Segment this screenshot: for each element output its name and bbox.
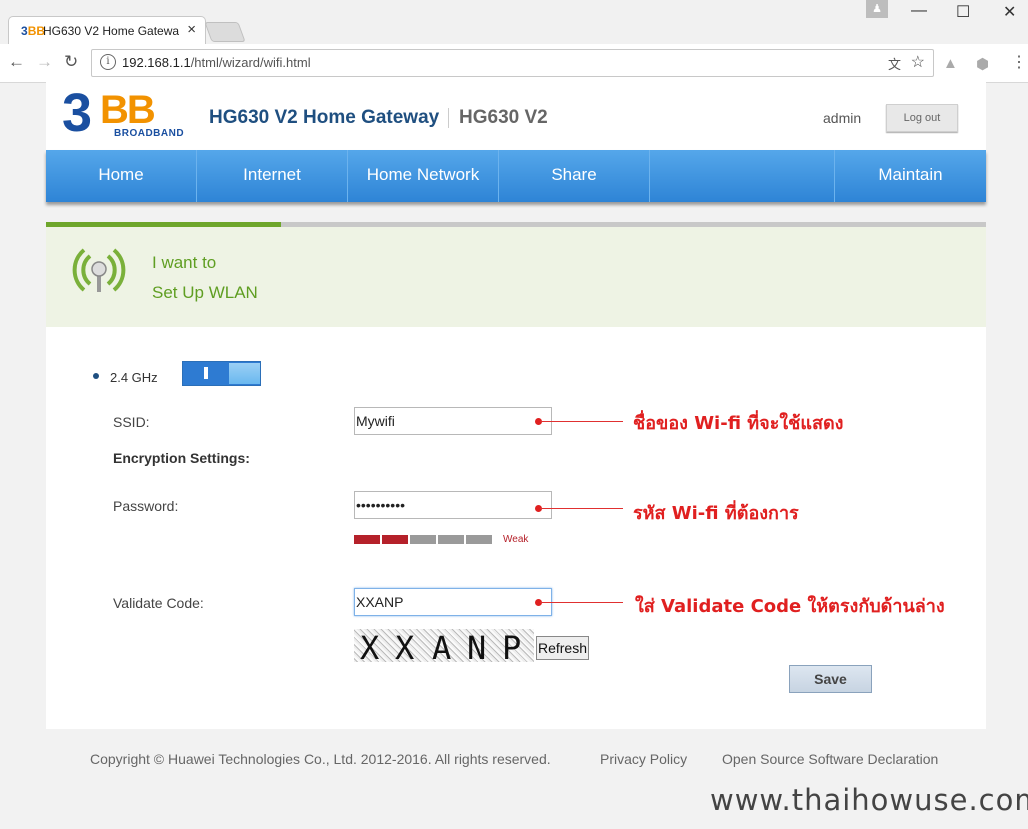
oss-declaration-link[interactable]: Open Source Software Declaration <box>722 751 938 767</box>
address-bar[interactable]: i 192.168.1.1/html/wizard/wifi.html 文 ☆ <box>91 49 934 77</box>
nav-home[interactable]: Home <box>46 150 197 202</box>
title-divider <box>448 108 449 128</box>
minimize-icon[interactable]: — <box>911 2 927 20</box>
wizard-line-2: Set Up WLAN <box>152 283 258 302</box>
browser-toolbar: ← → ↻ i 192.168.1.1/html/wizard/wifi.htm… <box>0 44 1028 83</box>
captcha-char: X <box>395 629 415 667</box>
annotation-ssid: ชื่อของ Wi-fi ที่จะใช้แสดง <box>633 413 844 434</box>
username: admin <box>823 110 862 126</box>
captcha-image: X X A N P <box>354 629 534 667</box>
copyright-text: Copyright © Huawei Technologies Co., Ltd… <box>90 751 551 767</box>
drive-extension-icon[interactable]: ▲ <box>943 55 958 72</box>
password-strength-meter <box>354 535 492 544</box>
annotation-line <box>540 421 623 422</box>
nav-maintain[interactable]: Maintain <box>835 150 986 202</box>
annotation-password: รหัส Wi-fi ที่ต้องการ <box>633 503 799 524</box>
profile-icon[interactable]: ♟ <box>866 0 888 18</box>
model-title: HG630 V2 <box>459 107 548 128</box>
captcha-char: N <box>467 629 487 667</box>
3bb-logo: 3 BB BROADBAND <box>62 83 185 143</box>
nav-home-network[interactable]: Home Network <box>348 150 499 202</box>
wifi-signal-icon <box>72 248 126 292</box>
annotation-validate: ใส่ Validate Code ให้ตรงกับด้านล่าง <box>635 596 945 617</box>
main-nav: Home Internet Home Network Share Maintai… <box>46 150 986 202</box>
bookmark-star-icon[interactable]: ☆ <box>911 52 925 72</box>
watermark: www.thaihowuse.com <box>710 783 1028 817</box>
strength-segment <box>438 535 464 544</box>
nav-internet[interactable]: Internet <box>197 150 348 202</box>
strength-segment <box>382 535 408 544</box>
save-button[interactable]: Save <box>789 665 872 693</box>
nav-empty <box>650 150 835 202</box>
annotation-line <box>540 602 623 603</box>
maximize-icon[interactable]: ☐ <box>956 2 970 22</box>
wizard-banner: I want to Set Up WLAN <box>46 227 986 327</box>
band-bullet <box>93 373 99 379</box>
url-text: 192.168.1.1/html/wizard/wifi.html <box>122 55 311 70</box>
validate-code-label: Validate Code: <box>113 595 204 611</box>
ssid-input[interactable]: Mywifi <box>354 407 552 435</box>
browser-tabstrip: 3BB HG630 V2 Home Gatewa × ♟ — ☐ ✕ <box>0 0 1028 46</box>
back-icon[interactable]: ← <box>8 52 25 72</box>
extension-icon[interactable]: ⬢ <box>976 55 989 73</box>
annotation-line <box>540 508 623 509</box>
captcha-char: P <box>502 629 522 667</box>
browser-menu-icon[interactable]: ⋮ <box>1011 52 1027 72</box>
strength-segment <box>354 535 380 544</box>
password-label: Password: <box>113 498 179 514</box>
logout-button[interactable]: Log out <box>886 104 958 132</box>
password-input[interactable]: •••••••••• <box>354 491 552 519</box>
band-label: 2.4 GHz <box>110 370 158 385</box>
strength-segment <box>466 535 492 544</box>
strength-segment <box>410 535 436 544</box>
privacy-policy-link[interactable]: Privacy Policy <box>600 751 687 767</box>
validate-code-input[interactable]: XXANP <box>354 588 552 616</box>
tab-close-icon[interactable]: × <box>187 21 196 38</box>
nav-share[interactable]: Share <box>499 150 650 202</box>
forward-icon[interactable]: → <box>36 52 53 72</box>
ssid-label: SSID: <box>113 414 150 430</box>
tab-title: HG630 V2 Home Gatewa <box>43 24 179 38</box>
tab-favicon: 3BB <box>21 24 46 38</box>
translate-icon[interactable]: 文 <box>888 54 901 73</box>
new-tab-button[interactable] <box>204 22 246 42</box>
captcha-char: A <box>432 629 452 667</box>
wizard-line-1: I want to <box>152 253 217 272</box>
captcha-char: X <box>360 629 380 667</box>
encryption-heading: Encryption Settings: <box>113 450 250 466</box>
browser-tab[interactable]: 3BB HG630 V2 Home Gatewa × <box>8 16 206 46</box>
toggle-on-mark <box>204 367 208 379</box>
band-toggle[interactable] <box>182 361 261 386</box>
close-window-icon[interactable]: ✕ <box>1003 2 1016 22</box>
toggle-knob <box>229 363 260 384</box>
product-title: HG630 V2 Home Gateway <box>209 107 440 128</box>
reload-icon[interactable]: ↻ <box>64 52 78 72</box>
strength-label: Weak <box>503 534 529 545</box>
page-header: 3 BB BROADBAND HG630 V2 Home Gateway HG6… <box>46 82 986 150</box>
refresh-captcha-button[interactable]: Refresh <box>536 636 589 660</box>
info-icon[interactable]: i <box>100 54 116 70</box>
